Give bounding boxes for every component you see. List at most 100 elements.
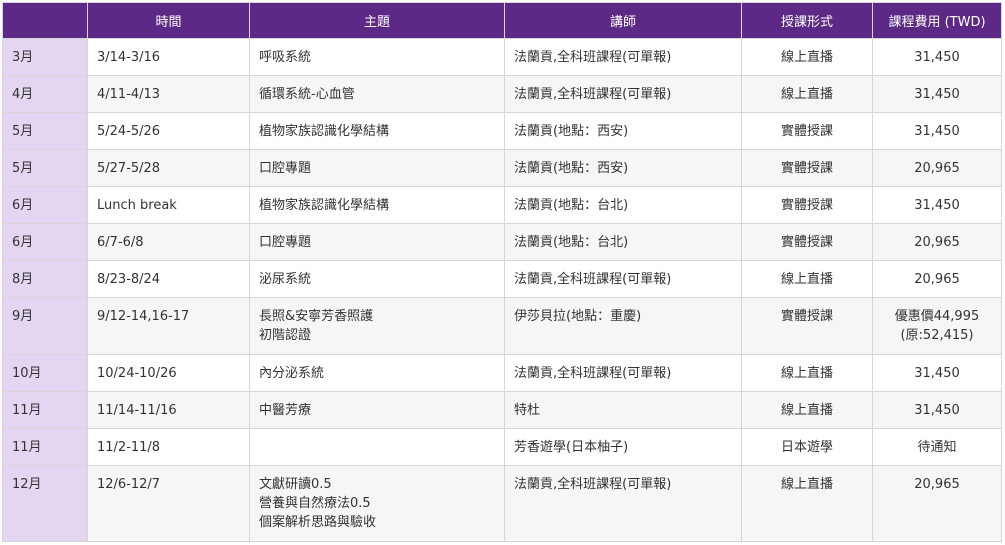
- cell-teacher: 法蘭貢,全科班課程(可單報): [504, 465, 742, 542]
- cell-topic: 中醫芳療: [249, 391, 505, 429]
- cell-topic: 植物家族認識化學結構: [249, 112, 505, 150]
- fee-line: 20,965: [914, 235, 960, 250]
- fee-line: 20,965: [914, 272, 960, 287]
- cell-topic: 泌尿系統: [249, 260, 505, 298]
- cell-fee: 31,450: [872, 38, 1002, 76]
- cell-topic: 循環系統-心血管: [249, 75, 505, 113]
- table-row: 11月 11/14-11/16 中醫芳療 特杜 線上直播 31,450: [2, 391, 1002, 429]
- header-topic: 主題: [249, 2, 505, 39]
- table-row: 6月 6/7-6/8 口腔專題 法蘭貢(地點：台北) 實體授課 20,965: [2, 223, 1002, 261]
- cell-month: 11月: [2, 428, 88, 466]
- cell-time: Lunch break: [87, 186, 250, 224]
- cell-fee: 31,450: [872, 186, 1002, 224]
- table-row: 5月 5/27-5/28 口腔專題 法蘭貢(地點：西安) 實體授課 20,965: [2, 149, 1002, 187]
- cell-format: 實體授課: [741, 186, 873, 224]
- topic-line: 口腔專題: [259, 161, 312, 176]
- cell-topic: 文獻研讀0.5 營養與自然療法0.5 個案解析思路與驗收: [249, 465, 505, 542]
- cell-fee: 優惠價44,995 (原:52,415): [872, 297, 1002, 355]
- cell-teacher: 法蘭貢,全科班課程(可單報): [504, 38, 742, 76]
- fee-line: 31,450: [914, 198, 960, 213]
- cell-month: 12月: [2, 465, 88, 542]
- topic-line: 循環系統-心血管: [259, 87, 355, 102]
- cell-time: 5/27-5/28: [87, 149, 250, 187]
- header-teacher: 講師: [504, 2, 742, 39]
- table-row: 5月 5/24-5/26 植物家族認識化學結構 法蘭貢(地點：西安) 實體授課 31,45…: [2, 112, 1002, 150]
- cell-time: 5/24-5/26: [87, 112, 250, 150]
- cell-topic: 植物家族認識化學結構: [249, 186, 505, 224]
- fee-line: 待通知: [917, 440, 957, 455]
- header-time: 時間: [87, 2, 250, 39]
- table-row: 3月 3/14-3/16 呼吸系統 法蘭貢,全科班課程(可單報) 線上直播 31,450: [2, 38, 1002, 76]
- cell-month: 5月: [2, 112, 88, 150]
- fee-line: 31,450: [914, 50, 960, 65]
- header-row: 時間 主題 講師 授課形式 課程費用 (TWD): [2, 2, 1002, 39]
- cell-teacher: 法蘭貢(地點：台北): [504, 186, 742, 224]
- cell-format: 實體授課: [741, 112, 873, 150]
- cell-month: 11月: [2, 391, 88, 429]
- cell-fee: 20,965: [872, 149, 1002, 187]
- cell-teacher: 法蘭貢,全科班課程(可單報): [504, 75, 742, 113]
- topic-line: 長照&安寧芳香照護: [259, 309, 374, 324]
- table-row: 4月 4/11-4/13 循環系統-心血管 法蘭貢,全科班課程(可單報) 線上直播 31,…: [2, 75, 1002, 113]
- cell-format: 線上直播: [741, 465, 873, 542]
- cell-fee: 待通知: [872, 428, 1002, 466]
- cell-month: 3月: [2, 38, 88, 76]
- cell-teacher: 法蘭貢(地點：台北): [504, 223, 742, 261]
- topic-line: 初階認證: [259, 328, 312, 343]
- cell-topic: 長照&安寧芳香照護 初階認證: [249, 297, 505, 355]
- fee-line: 20,965: [914, 477, 960, 492]
- cell-month: 4月: [2, 75, 88, 113]
- cell-fee: 31,450: [872, 354, 1002, 392]
- fee-line: 31,450: [914, 403, 960, 418]
- cell-fee: 20,965: [872, 260, 1002, 298]
- fee-line: 31,450: [914, 87, 960, 102]
- topic-line: 內分泌系統: [259, 366, 325, 381]
- table-row: 6月 Lunch break 植物家族認識化學結構 法蘭貢(地點：台北) 實體授課 31,…: [2, 186, 1002, 224]
- cell-teacher: 法蘭貢,全科班課程(可單報): [504, 354, 742, 392]
- fee-line: (原:52,415): [900, 328, 974, 343]
- cell-month: 9月: [2, 297, 88, 355]
- header-format: 授課形式: [741, 2, 873, 39]
- cell-fee: 31,450: [872, 75, 1002, 113]
- cell-time: 9/12-14,16-17: [87, 297, 250, 355]
- table-row: 9月 9/12-14,16-17 長照&安寧芳香照護 初階認證 伊莎貝拉(地點：重慶) 實…: [2, 297, 1002, 355]
- cell-format: 線上直播: [741, 391, 873, 429]
- cell-fee: 20,965: [872, 223, 1002, 261]
- topic-line: 個案解析思路與驗收: [259, 515, 377, 530]
- cell-teacher: 芳香遊學(日本柚子): [504, 428, 742, 466]
- cell-format: 線上直播: [741, 354, 873, 392]
- cell-format: 實體授課: [741, 149, 873, 187]
- topic-line: 呼吸系統: [259, 50, 312, 65]
- table-row: 8月 8/23-8/24 泌尿系統 法蘭貢,全科班課程(可單報) 線上直播 20,965: [2, 260, 1002, 298]
- cell-time: 6/7-6/8: [87, 223, 250, 261]
- cell-time: 4/11-4/13: [87, 75, 250, 113]
- table-row: 10月 10/24-10/26 內分泌系統 法蘭貢,全科班課程(可單報) 線上直播 31,…: [2, 354, 1002, 392]
- cell-teacher: 法蘭貢,全科班課程(可單報): [504, 260, 742, 298]
- table-body: 3月 3/14-3/16 呼吸系統 法蘭貢,全科班課程(可單報) 線上直播 31,450 4…: [2, 38, 1002, 542]
- cell-fee: 31,450: [872, 112, 1002, 150]
- topic-line: 文獻研讀0.5: [259, 477, 332, 492]
- cell-topic: [249, 428, 505, 466]
- fee-line: 31,450: [914, 366, 960, 381]
- cell-time: 3/14-3/16: [87, 38, 250, 76]
- cell-fee: 20,965: [872, 465, 1002, 542]
- cell-month: 6月: [2, 186, 88, 224]
- cell-month: 6月: [2, 223, 88, 261]
- fee-line: 20,965: [914, 161, 960, 176]
- cell-topic: 呼吸系統: [249, 38, 505, 76]
- topic-line: 營養與自然療法0.5: [259, 496, 371, 511]
- cell-topic: 口腔專題: [249, 149, 505, 187]
- cell-fee: 31,450: [872, 391, 1002, 429]
- cell-teacher: 法蘭貢(地點：西安): [504, 112, 742, 150]
- table-header: 時間 主題 講師 授課形式 課程費用 (TWD): [2, 2, 1002, 39]
- cell-topic: 口腔專題: [249, 223, 505, 261]
- cell-format: 日本遊學: [741, 428, 873, 466]
- topic-line: 植物家族認識化學結構: [259, 198, 390, 213]
- topic-line: 口腔專題: [259, 235, 312, 250]
- table-row: 12月 12/6-12/7 文獻研讀0.5 營養與自然療法0.5 個案解析思路與驗收 法蘭…: [2, 465, 1002, 542]
- cell-time: 8/23-8/24: [87, 260, 250, 298]
- cell-month: 5月: [2, 149, 88, 187]
- cell-time: 11/2-11/8: [87, 428, 250, 466]
- cell-topic: 內分泌系統: [249, 354, 505, 392]
- cell-format: 線上直播: [741, 38, 873, 76]
